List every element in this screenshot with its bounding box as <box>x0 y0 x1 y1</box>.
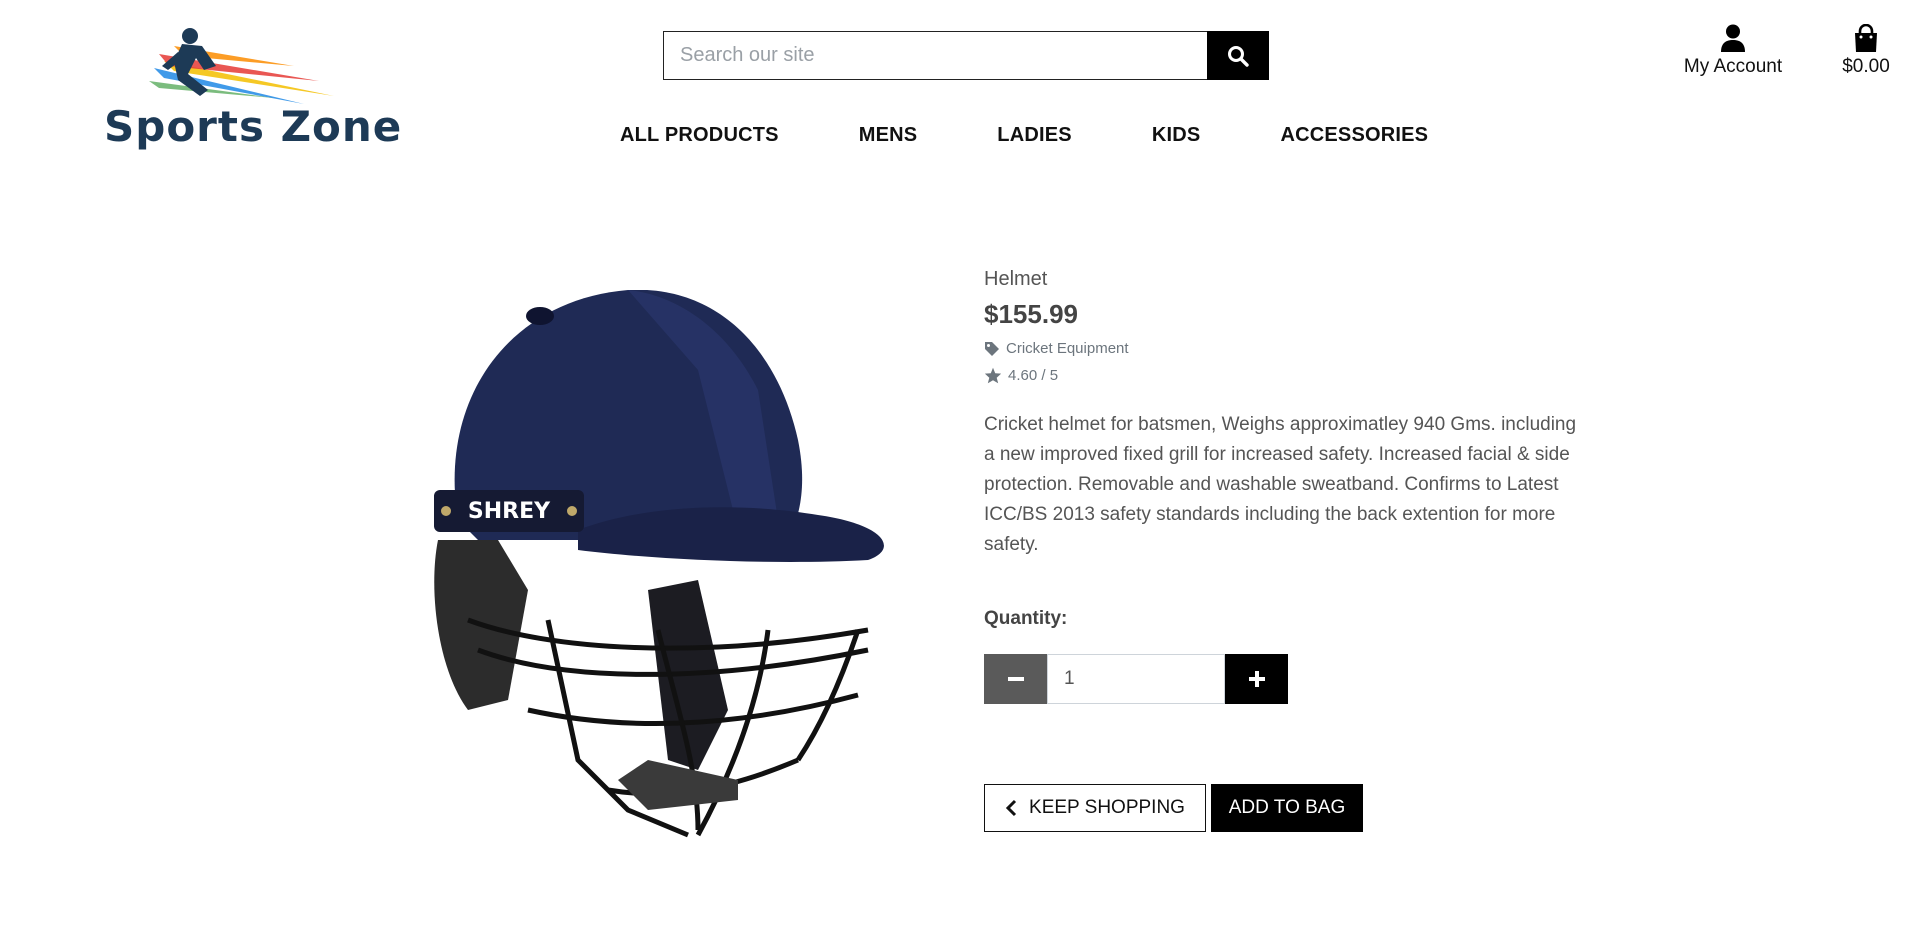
shopping-bag-link[interactable]: $0.00 <box>1836 24 1896 78</box>
product-name: Helmet <box>984 268 1048 290</box>
quantity-input[interactable] <box>1047 654 1225 704</box>
product-details: Helmet $155.99 Cricket Equipment 4.60 / … <box>984 268 1584 560</box>
product-description: Cricket helmet for batsmen, Weighs appro… <box>984 414 1577 555</box>
increment-button[interactable] <box>1225 654 1288 704</box>
shopping-bag-icon <box>1855 24 1877 52</box>
helmet-brand-text: SHREY <box>468 499 551 524</box>
brand-name: Sports Zone <box>104 102 403 151</box>
bag-total: $0.00 <box>1842 56 1890 77</box>
user-icon <box>1721 24 1745 52</box>
product-rating: 4.60 / 5 <box>984 367 1584 384</box>
main-nav: ALL PRODUCTS MENS LADIES KIDS ACCESSORIE… <box>620 124 1428 147</box>
product-actions: KEEP SHOPPING ADD TO BAG <box>984 784 1363 832</box>
minus-icon <box>1007 677 1024 681</box>
product-price: $155.99 <box>984 299 1078 329</box>
search-icon <box>1228 45 1249 67</box>
nav-kids[interactable]: KIDS <box>1152 124 1201 147</box>
my-account-link[interactable]: My Account <box>1680 24 1786 78</box>
keep-shopping-button[interactable]: KEEP SHOPPING <box>984 784 1206 832</box>
search-button[interactable] <box>1207 31 1269 80</box>
decrement-button[interactable] <box>984 654 1047 704</box>
plus-icon <box>1248 671 1265 687</box>
add-to-bag-button[interactable]: ADD TO BAG <box>1211 784 1363 832</box>
account-label: My Account <box>1683 56 1783 77</box>
nav-mens[interactable]: MENS <box>859 124 918 147</box>
tag-icon <box>985 341 999 356</box>
quantity-stepper <box>984 654 1288 704</box>
nav-all-products[interactable]: ALL PRODUCTS <box>620 124 779 147</box>
keep-shopping-label: KEEP SHOPPING <box>1029 797 1185 818</box>
cricket-helmet-image: SHREY <box>434 289 884 838</box>
running-athlete-logo-icon <box>149 28 334 104</box>
product-image: SHREY <box>398 289 898 850</box>
chevron-left-icon <box>1005 799 1017 817</box>
product-category[interactable]: Cricket Equipment <box>984 340 1584 357</box>
site-logo[interactable]: Sports Zone <box>104 26 401 154</box>
nav-ladies[interactable]: LADIES <box>997 124 1072 147</box>
rating-value: 4.60 / 5 <box>1008 367 1059 384</box>
search-bar <box>663 31 1269 80</box>
star-icon <box>984 367 1002 384</box>
category-label: Cricket Equipment <box>1006 340 1129 357</box>
search-input[interactable] <box>663 31 1207 80</box>
quantity-label: Quantity: <box>984 608 1068 629</box>
nav-accessories[interactable]: ACCESSORIES <box>1280 124 1428 147</box>
